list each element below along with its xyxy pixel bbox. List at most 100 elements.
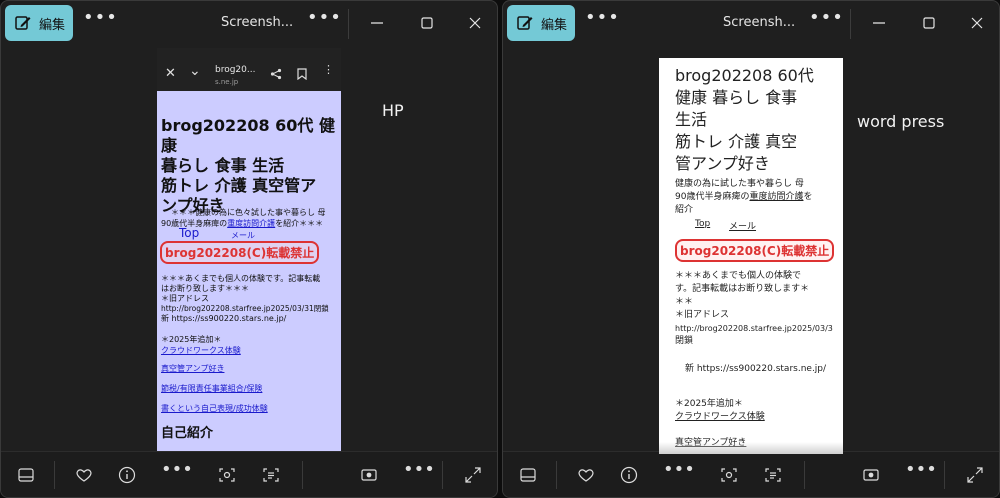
title-divider: [348, 9, 349, 39]
side-label: HP: [382, 101, 404, 120]
nav-mail-link[interactable]: メール: [729, 219, 756, 232]
nav-top-link[interactable]: Top: [179, 226, 199, 240]
slideshow-icon[interactable]: [359, 465, 379, 485]
edit-button[interactable]: 編集: [5, 5, 73, 41]
section-title: 自己紹介: [161, 426, 214, 441]
new-address: 新 https://ss900220.stars.ne.jp/: [161, 314, 287, 323]
close-icon[interactable]: [967, 13, 987, 33]
toolbar-divider: [302, 461, 303, 489]
heading-line: 暮らし 食事 生活: [161, 156, 285, 175]
slideshow-icon[interactable]: [861, 465, 881, 485]
toolbar-divider: [944, 461, 945, 489]
photos-window-left: 編集 ••• Screensh... ••• ✕ ⌄ brog20... s.n…: [0, 0, 498, 498]
intro-line-post: を紹介＊＊＊: [275, 219, 324, 228]
vacuum-tube-link[interactable]: 真空管アンプ好き: [161, 364, 224, 373]
stamp-text: brog202208(C)転載禁止: [675, 239, 835, 262]
window-title: Screensh...: [723, 15, 796, 30]
intro-line-post: を: [803, 192, 813, 202]
old-address: http://brog202208.starfree.jp2025/03/3: [675, 324, 833, 333]
title-divider: [850, 9, 851, 39]
title-more-button[interactable]: •••: [809, 9, 843, 35]
wordpress-screenshot: brog202208 60代 健康 暮らし 食事 生活 筋トレ 介護 真空 管ア…: [659, 58, 843, 454]
bottom-toolbar: ••• •••: [1, 451, 497, 497]
edit-label: 編集: [39, 17, 66, 33]
intro-line: ＊＊＊健康の為に色々試した事や暮らし 母: [171, 208, 326, 217]
info-icon[interactable]: [117, 465, 137, 485]
added-block: ＊2025年追加＊ クラウドワークス体験: [675, 398, 843, 424]
title-more-button[interactable]: •••: [307, 9, 341, 35]
notice-line: す。記事転載はお断り致します＊: [675, 284, 810, 294]
tax-link[interactable]: 節税/有限責任事業組合/保険: [161, 384, 262, 393]
nav-top-link[interactable]: Top: [695, 219, 710, 229]
page-heading: brog202208 60代 健康 暮らし 食事 生活 筋トレ 介護 真空管ア …: [161, 116, 339, 216]
old-address-label: ＊旧アドレス: [675, 310, 730, 320]
crowdworks-link[interactable]: クラウドワークス体験: [161, 345, 339, 356]
heading-line: 筋トレ 介護 真空: [675, 132, 798, 151]
minimize-icon[interactable]: [869, 13, 889, 33]
intro-line: 健康の為に試した事や暮らし 母: [675, 179, 804, 189]
intro-line: 紹介: [675, 205, 694, 215]
browser-url-sub: s.ne.jp: [215, 78, 239, 86]
fullscreen-icon[interactable]: [965, 465, 985, 485]
care-link[interactable]: 重度訪問介護: [749, 192, 803, 202]
nav-mail-link[interactable]: メール: [231, 230, 255, 241]
minimize-icon[interactable]: [367, 13, 387, 33]
text-scan-icon[interactable]: [261, 465, 281, 485]
maximize-icon[interactable]: [919, 13, 939, 33]
crowdworks-link[interactable]: クラウドワークス体験: [675, 411, 843, 424]
copyright-stamp: brog202208(C)転載禁止: [160, 241, 338, 264]
notice-line: ＊＊: [675, 297, 694, 307]
writing-link[interactable]: 書くという自己表現/成功体験: [161, 404, 268, 413]
intro-line-pre: 90歳代半身麻痺の: [675, 192, 750, 202]
heading-line: brog202208 60代: [675, 66, 814, 85]
chevron-down-icon: ⌄: [189, 63, 201, 79]
more-options-button[interactable]: •••: [161, 461, 193, 484]
more-options-button[interactable]: •••: [663, 461, 695, 484]
filmstrip-icon[interactable]: [16, 465, 36, 485]
link-vacuum: 真空管アンプ好き: [161, 363, 339, 374]
intro-text: 健康の為に試した事や暮らし 母 90歳代半身麻痺の重度訪問介護を 紹介: [675, 178, 843, 217]
toolbar-divider: [442, 461, 443, 489]
care-link[interactable]: 重度訪問介護: [227, 219, 275, 228]
kebab-menu-icon: ⋮: [323, 63, 334, 76]
more-options-button[interactable]: •••: [585, 9, 619, 35]
title-bar: 編集 ••• Screensh... •••: [1, 1, 497, 45]
close-icon[interactable]: [465, 13, 485, 33]
heart-icon[interactable]: [74, 465, 94, 485]
page-heading: brog202208 60代 健康 暮らし 食事 生活 筋トレ 介護 真空 管ア…: [675, 65, 843, 175]
bottom-toolbar: ••• •••: [503, 451, 999, 497]
share-icon: [270, 68, 282, 80]
notice-block: ＊＊＊あくまでも個人の体験で す。記事転載はお断り致します＊ ＊＊ ＊旧アドレス…: [675, 270, 843, 348]
filmstrip-icon[interactable]: [518, 465, 538, 485]
info-icon[interactable]: [619, 465, 639, 485]
new-address: 新 https://ss900220.stars.ne.jp/: [685, 364, 827, 374]
old-address: http://brog202208.starfree.jp2025/03/31閉…: [161, 304, 329, 313]
text-scan-icon[interactable]: [763, 465, 783, 485]
stamp-text: brog202208(C)転載禁止: [160, 241, 320, 264]
toolbar-divider: [556, 461, 557, 489]
heart-icon[interactable]: [576, 465, 596, 485]
heading-line: 筋トレ 介護 真空管ア: [161, 176, 317, 195]
visual-search-icon[interactable]: [217, 465, 237, 485]
fullscreen-icon[interactable]: [463, 465, 483, 485]
added-label: ＊2025年追加＊: [161, 335, 222, 344]
maximize-icon[interactable]: [417, 13, 437, 33]
edit-button[interactable]: 編集: [507, 5, 575, 41]
phone-screenshot: ✕ ⌄ brog20... s.ne.jp ⋮ brog202208 60代 健…: [157, 48, 341, 458]
more-options-button[interactable]: •••: [905, 461, 937, 484]
more-options-button[interactable]: •••: [403, 461, 435, 484]
notice-line: はお断り致します＊＊＊: [161, 284, 249, 293]
visual-search-icon[interactable]: [719, 465, 739, 485]
link-tax: 節税/有限責任事業組合/保険: [161, 383, 339, 394]
old-address-tail: 閉鎖: [675, 336, 694, 346]
edit-pencil-icon: [517, 16, 533, 30]
heading-line: 健康 暮らし 食事: [675, 88, 798, 107]
notice-line: ＊＊＊あくまでも個人の体験で: [675, 271, 802, 281]
added-label: ＊2025年追加＊: [675, 399, 743, 409]
edit-label: 編集: [541, 17, 568, 33]
added-block: ＊2025年追加＊ クラウドワークス体験: [161, 334, 339, 356]
bookmark-icon: [297, 68, 307, 80]
copyright-stamp: brog202208(C)転載禁止: [675, 239, 843, 262]
old-address-label: ＊旧アドレス: [161, 294, 209, 303]
more-options-button[interactable]: •••: [83, 9, 117, 35]
